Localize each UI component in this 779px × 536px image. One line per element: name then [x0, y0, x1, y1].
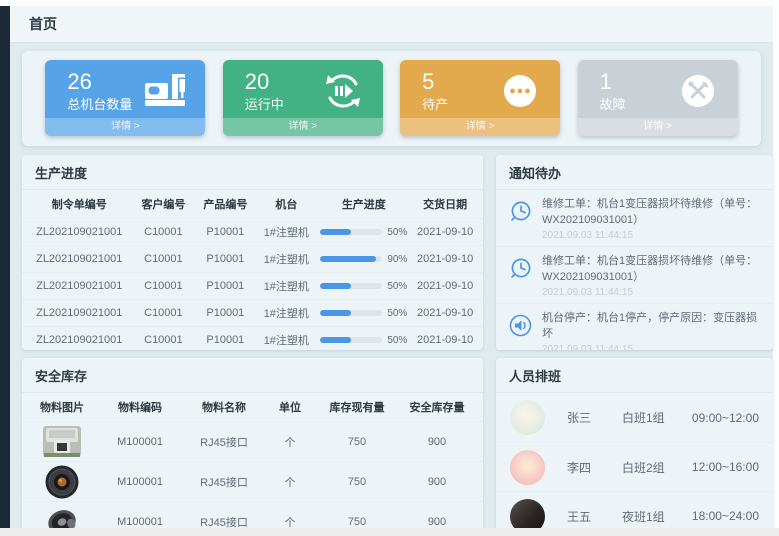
running-icon — [321, 71, 365, 111]
avatar — [510, 450, 545, 485]
person-shift: 白班1组 — [622, 409, 692, 426]
card-running[interactable]: 20 运行中 — [223, 60, 383, 136]
schedule-row[interactable]: 李四 白班2组 12:00~16:00 — [496, 442, 773, 491]
card-standby[interactable]: 5 待产 详情 > — [400, 60, 560, 136]
inventory-row[interactable]: M100001 RJ45接口 个 750 900 — [22, 421, 483, 461]
fault-label: 故障 — [600, 94, 626, 113]
notice-item[interactable]: 维修工单：机台1变压器损坏待维修（单号：WX202109031001） 2021… — [496, 246, 773, 303]
progress-bar: 50% — [316, 308, 411, 319]
production-progress-panel: 生产进度 制令单编号 客户编号 产品编号 机台 生产进度 交货日期 ZL2021… — [22, 155, 483, 350]
speaker-icon — [508, 313, 533, 338]
notice-text: 维修工单：机台1变压器损坏待维修（单号：WX202109031001） — [542, 254, 761, 286]
person-time: 12:00~16:00 — [692, 460, 759, 474]
schedule-row[interactable]: 张三 白班1组 09:00~12:00 — [496, 393, 773, 442]
safety-stock-table: 物料图片 物料编码 物料名称 单位 库存现有量 安全库存量 — [22, 393, 483, 536]
fault-icon — [676, 71, 720, 111]
personnel-schedule-panel: 人员排班 张三 白班1组 09:00~12:00 李四 白班2组 12:00~1… — [496, 358, 773, 536]
person-time: 18:00~24:00 — [692, 509, 759, 523]
card-fault[interactable]: 1 故障 — [578, 60, 738, 136]
rj45-connector-image — [26, 425, 98, 458]
production-row[interactable]: ZL202109021001 C10001 P10001 1#注塑机 50% 2… — [22, 326, 483, 350]
avatar — [510, 400, 545, 435]
standby-value: 5 — [422, 69, 448, 94]
safety-stock-title: 安全库存 — [22, 358, 483, 393]
production-progress-title: 生产进度 — [22, 155, 483, 190]
progress-bar: 50% — [316, 335, 411, 346]
card-total-machines[interactable]: 26 总机台数量 — [45, 60, 205, 136]
tab-home[interactable]: 首页 — [23, 14, 63, 34]
person-time: 09:00~12:00 — [692, 411, 759, 425]
person-shift: 白班2组 — [622, 459, 692, 476]
person-name: 王五 — [567, 508, 622, 525]
stat-cards-panel: 26 总机台数量 — [22, 51, 761, 146]
safety-stock-table-header: 物料图片 物料编码 物料名称 单位 库存现有量 安全库存量 — [22, 393, 483, 421]
person-name: 张三 — [567, 409, 622, 426]
window-bottom-edge — [0, 528, 779, 536]
app-area: 首页 26 总机台数量 — [10, 6, 773, 528]
production-row[interactable]: ZL202109021001 C10001 P10001 1#注塑机 50% 2… — [22, 218, 483, 245]
notices-panel: 通知待办 维修工单：机台1变压器损坏待维修（单号：WX202109031001） — [496, 155, 773, 350]
progress-bar: 90% — [316, 254, 411, 265]
production-row[interactable]: ZL202109021001 C10001 P10001 1#注塑机 50% 2… — [22, 272, 483, 299]
total-machines-label: 总机台数量 — [67, 94, 132, 113]
production-row[interactable]: ZL202109021001 C10001 P10001 1#注塑机 90% 2… — [22, 245, 483, 272]
progress-bar: 50% — [316, 281, 411, 292]
person-name: 李四 — [567, 459, 622, 476]
running-detail-link[interactable]: 详情 > — [223, 118, 383, 136]
notice-time: 2021.09.03 11:44:15 — [542, 230, 761, 241]
person-shift: 夜班1组 — [622, 508, 692, 525]
standby-label: 待产 — [422, 94, 448, 113]
inventory-row[interactable]: M100001 RJ45接口 个 750 900 — [22, 461, 483, 501]
machine-icon — [143, 71, 187, 111]
production-table: 制令单编号 客户编号 产品编号 机台 生产进度 交货日期 ZL202109021… — [22, 190, 483, 350]
notice-time: 2021.09.03 11:44:15 — [542, 344, 761, 350]
notice-item[interactable]: 机台停产：机台1停产，停产原因：变压器损坏 2021.09.03 11:44:1… — [496, 303, 773, 350]
standby-icon — [498, 71, 542, 111]
clock-icon — [508, 199, 533, 224]
dashboard-screen: 首页 26 总机台数量 — [0, 0, 779, 536]
tab-bar: 首页 — [10, 6, 773, 43]
fault-detail-link[interactable]: 详情 > — [578, 118, 738, 136]
production-row[interactable]: ZL202109021001 C10001 P10001 1#注塑机 50% 2… — [22, 299, 483, 326]
fault-value: 1 — [600, 69, 626, 94]
personnel-schedule-title: 人员排班 — [496, 358, 773, 393]
total-machines-value: 26 — [67, 69, 132, 94]
notice-text: 维修工单：机台1变压器损坏待维修（单号：WX202109031001） — [542, 197, 761, 229]
notice-item[interactable]: 维修工单：机台1变压器损坏待维修（单号：WX202109031001） 2021… — [496, 190, 773, 246]
notices-title: 通知待办 — [496, 155, 773, 190]
running-label: 运行中 — [245, 94, 284, 113]
total-machines-detail-link[interactable]: 详情 > — [45, 118, 205, 136]
running-value: 20 — [245, 69, 284, 94]
production-table-header: 制令单编号 客户编号 产品编号 机台 生产进度 交货日期 — [22, 190, 483, 218]
collapsed-sidebar — [0, 6, 10, 528]
notice-time: 2021.09.03 11:44:15 — [542, 287, 761, 298]
round-speaker-image — [26, 464, 98, 500]
clock-icon — [508, 256, 533, 281]
notice-text: 机台停产：机台1停产，停产原因：变压器损坏 — [542, 311, 761, 343]
standby-detail-link[interactable]: 详情 > — [400, 118, 560, 136]
main-content: 26 总机台数量 — [10, 43, 773, 536]
safety-stock-panel: 安全库存 物料图片 物料编码 物料名称 单位 库存现有量 安全库存量 — [22, 358, 483, 536]
progress-bar: 50% — [316, 227, 411, 238]
